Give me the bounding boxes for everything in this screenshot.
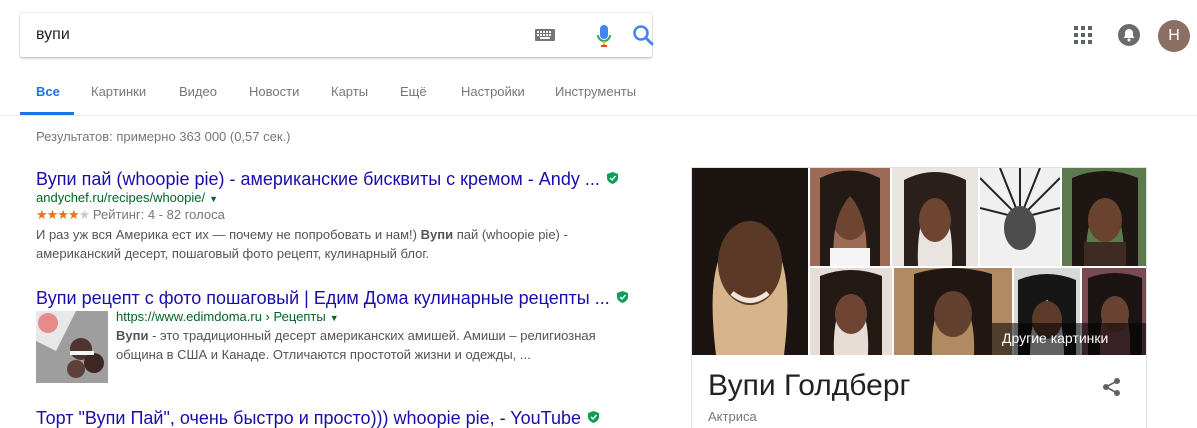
panel-image[interactable]	[1062, 168, 1146, 266]
search-icon[interactable]	[632, 24, 654, 46]
panel-image[interactable]	[980, 168, 1060, 266]
tab-maps[interactable]: Карты	[331, 84, 368, 99]
search-result: Вупи пай (whoopie pie) - американские би…	[36, 168, 636, 263]
search-result: Вупи рецепт с фото пошаговый | Едим Дома…	[36, 287, 636, 364]
result-url[interactable]: andychef.ru/recipes/whoopie/▼	[36, 190, 636, 207]
more-images-button[interactable]: Другие картинки	[992, 323, 1146, 355]
result-title-link[interactable]: Вупи рецепт с фото пошаговый | Едим Дома…	[36, 287, 636, 309]
result-url[interactable]: https://www.edimdoma.ru › Рецепты ▼	[116, 309, 636, 326]
entity-subtitle: Актриса	[708, 409, 757, 424]
tab-images[interactable]: Картинки	[91, 84, 146, 99]
account-avatar[interactable]: Н	[1158, 20, 1190, 52]
url-dropdown-icon[interactable]: ▼	[330, 313, 339, 323]
verified-shield-icon	[606, 172, 618, 184]
apps-grid-icon[interactable]	[1074, 26, 1092, 44]
panel-image-main[interactable]	[692, 168, 808, 355]
keyboard-icon[interactable]	[535, 29, 555, 41]
tab-settings[interactable]: Настройки	[461, 84, 525, 99]
tab-video[interactable]: Видео	[179, 84, 217, 99]
rating-stars-icon: ★★★★★	[36, 207, 90, 222]
verified-shield-icon	[616, 291, 628, 303]
result-title-link[interactable]: Вупи пай (whoopie pie) - американские би…	[36, 168, 636, 190]
microphone-icon[interactable]	[596, 24, 612, 48]
url-dropdown-icon[interactable]: ▼	[209, 194, 218, 204]
result-snippet: Вупи - это традиционный десерт американс…	[116, 328, 596, 362]
tab-more[interactable]: Ещё	[400, 84, 427, 99]
search-box[interactable]: вупи	[20, 13, 654, 57]
knowledge-panel: Другие картинки Вупи Голдберг Актриса	[691, 167, 1147, 428]
tab-all[interactable]: Все	[36, 84, 60, 99]
result-rating: ★★★★★ Рейтинг: 4 - 82 голоса	[36, 207, 225, 222]
search-input[interactable]: вупи	[36, 26, 70, 44]
entity-title: Вупи Голдберг	[708, 369, 911, 402]
search-result: Торт "Вупи Пай", очень быстро и просто))…	[36, 407, 636, 428]
result-title-link[interactable]: Торт "Вупи Пай", очень быстро и просто))…	[36, 407, 636, 428]
result-snippet: И раз уж вся Америка ест их — почему не …	[36, 227, 568, 261]
tab-news[interactable]: Новости	[249, 84, 299, 99]
share-icon[interactable]	[1102, 377, 1122, 397]
tab-tools[interactable]: Инструменты	[555, 84, 636, 99]
results-stats: Результатов: примерно 363 000 (0,57 сек.…	[36, 129, 291, 144]
panel-image[interactable]	[810, 268, 892, 355]
notifications-bell-icon[interactable]	[1118, 24, 1140, 46]
panel-image[interactable]	[810, 168, 890, 266]
active-tab-indicator	[20, 112, 74, 115]
panel-image[interactable]	[892, 168, 978, 266]
verified-shield-icon	[588, 411, 600, 423]
search-tabs: Все Картинки Видео Новости Карты Ещё Нас…	[0, 72, 1197, 116]
result-thumbnail[interactable]	[36, 311, 108, 383]
